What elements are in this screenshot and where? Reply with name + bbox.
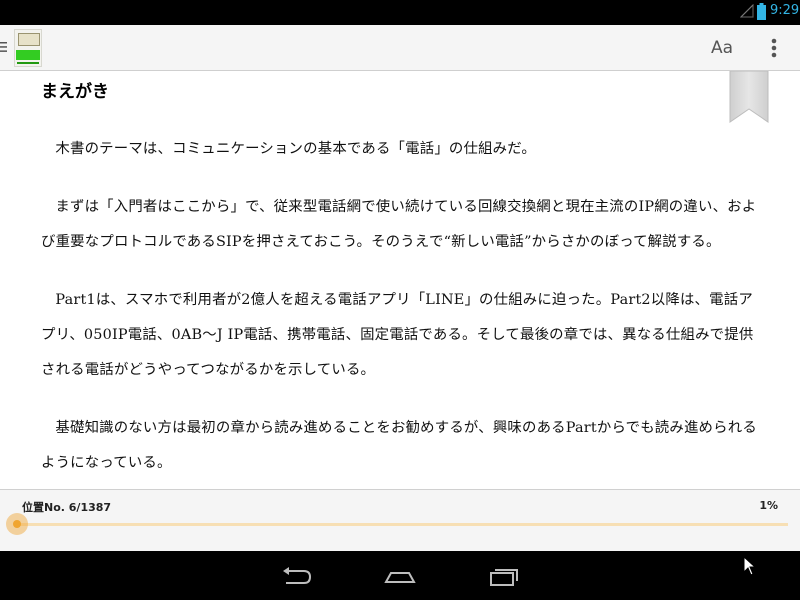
font-settings-button[interactable]: Aa: [704, 33, 740, 63]
reading-page[interactable]: まえがき 木書のテーマは、コミュニケーションの基本である「電話」の仕組みだ。 ま…: [0, 71, 800, 489]
back-icon[interactable]: [280, 565, 314, 587]
paragraph-1: 木書のテーマは、コミュニケーションの基本である「電話」の仕組みだ。: [55, 141, 537, 157]
status-clock: 9:29: [770, 3, 800, 18]
action-bar: Aa: [0, 25, 800, 71]
progress-slider[interactable]: [5, 513, 788, 535]
mouse-cursor-icon: [743, 556, 757, 576]
bookmark-ribbon-icon[interactable]: [729, 71, 769, 123]
paragraph-2: まずは「入門者はここから」で、従来型電話網で使い続けている回線交換網と現在主流の…: [41, 199, 757, 250]
overflow-menu-icon[interactable]: [762, 33, 786, 63]
cover-footer-line: [17, 62, 39, 64]
paragraph-4: 基礎知識のない方は最初の章から読み進めることをお勧めするが、興味のあるPartか…: [41, 420, 757, 471]
location-bar: 位置No. 6/1387 1%: [0, 489, 800, 552]
progress-thumb[interactable]: [5, 513, 28, 535]
book-cover-thumbnail[interactable]: [14, 29, 42, 67]
signal-icon: [740, 4, 754, 18]
body-text: 木書のテーマは、コミュニケーションの基本である「電話」の仕組みだ。 まずは「入門…: [41, 132, 761, 489]
menu-icon[interactable]: [0, 41, 8, 53]
paragraph-3: Part1は、スマホで利用者が2億人を超える電話アプリ「LINE」の仕組みに迫っ…: [41, 292, 754, 378]
chapter-title: まえがき: [41, 82, 109, 102]
status-bar: 9:29: [0, 0, 800, 25]
cover-green-band: [16, 50, 40, 60]
recents-icon[interactable]: [488, 565, 522, 587]
battery-icon: [757, 3, 766, 20]
system-nav-bar: [0, 551, 800, 600]
home-icon[interactable]: [383, 565, 417, 587]
percent-label: 1%: [759, 499, 778, 512]
location-label: 位置No. 6/1387: [22, 501, 112, 514]
cover-title-block: [18, 33, 40, 46]
